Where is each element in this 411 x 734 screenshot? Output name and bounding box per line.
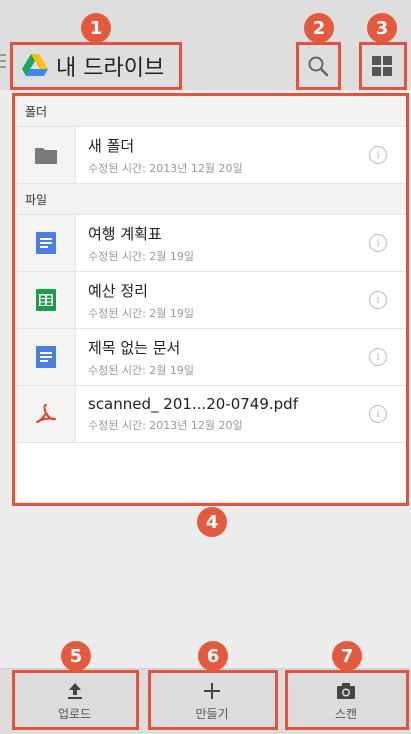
callout-box-1 xyxy=(10,42,182,90)
callout-box-6 xyxy=(148,670,278,730)
callout-box-5 xyxy=(12,670,139,730)
callout-badge-7: 7 xyxy=(332,641,362,671)
callout-badge-5: 5 xyxy=(61,641,91,671)
callout-badge-3: 3 xyxy=(367,13,397,43)
callout-box-2 xyxy=(296,42,341,90)
callout-badge-4: 4 xyxy=(197,507,227,537)
callout-box-3 xyxy=(359,42,407,90)
callout-badge-6: 6 xyxy=(198,641,228,671)
callout-box-4 xyxy=(12,93,409,506)
drawer-indicator-icon xyxy=(0,54,6,74)
callout-box-7 xyxy=(285,670,409,730)
callout-badge-1: 1 xyxy=(81,13,111,43)
callout-badge-2: 2 xyxy=(304,13,334,43)
